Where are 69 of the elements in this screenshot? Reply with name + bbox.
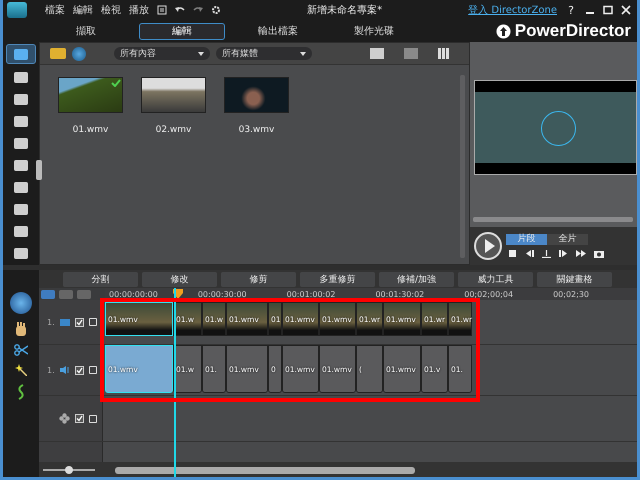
hand-icon[interactable] [15,322,27,336]
globe-icon[interactable] [72,46,86,60]
preview-mode-tab[interactable]: 全片 [547,234,588,245]
caret-icon[interactable] [300,52,306,56]
settings-icon[interactable] [211,5,221,15]
track-checkbox[interactable] [74,366,84,374]
edit-tool-button[interactable]: 修剪 [221,272,296,286]
play-button[interactable] [474,232,502,260]
fan-icon [59,413,70,424]
track-checkbox[interactable] [75,414,84,423]
filter-dropdown[interactable]: 所有內容 [114,47,210,60]
caret-icon[interactable] [198,52,204,56]
mode-tab[interactable]: 擷取 [43,22,129,40]
time-label: 00:01:30:02 [375,290,424,298]
crosshair-icon[interactable] [541,111,576,146]
logo-text: PowerDirector [514,21,631,41]
wand-icon[interactable] [15,364,27,376]
menu-item[interactable]: 檢視 [101,3,121,17]
filter-dropdown[interactable]: 所有媒體 [216,47,312,60]
help-button[interactable]: ? [565,4,577,16]
scrollbar[interactable] [115,466,415,474]
time-label: 00;02;00;04 [464,290,514,298]
edit-tool-button[interactable]: 威力工具 [458,272,533,286]
track-number: 1. [47,318,55,326]
lock-icon[interactable] [88,366,97,374]
file-name: 03.wmv [238,125,274,135]
login-link[interactable]: 登入 DirectorZone [468,3,557,17]
photo-placeholder[interactable] [141,77,206,113]
file-name: 01.wmv [72,125,108,135]
menu-item[interactable]: 播放 [129,3,149,17]
time-label: 00:00:30:00 [198,290,247,298]
file-name: 02.wmv [156,125,192,135]
time-label: 00:01:00:02 [286,290,336,298]
lock-icon[interactable] [89,414,97,422]
menu-item[interactable]: 編輯 [73,3,93,17]
edit-tool-button[interactable]: 修改 [142,272,217,286]
track-checkbox[interactable] [74,318,84,326]
edit-tool-button[interactable]: 修補/加強 [379,272,454,286]
next-frame-icon[interactable] [559,249,568,258]
mode-tab[interactable]: 輸出檔案 [235,22,321,40]
squiggle-icon[interactable] [16,384,26,400]
close-icon[interactable] [621,5,631,15]
split-icon[interactable] [542,249,551,258]
maximize-icon[interactable] [603,5,613,15]
scissors-icon[interactable] [14,344,28,356]
menu-item[interactable]: 檔案 [45,3,65,17]
edit-tool-button[interactable]: 分割 [63,272,138,286]
collapse-handle[interactable] [36,160,42,180]
mode-tab[interactable]: 製作光碟 [331,22,417,40]
time-label: 00;02;30 [553,290,589,298]
photo-placeholder[interactable] [58,77,123,113]
fast-forward-icon[interactable] [576,249,586,258]
add-track-icon[interactable] [77,290,91,298]
speaker-icon [60,366,70,374]
app-icon[interactable] [7,2,27,18]
mode-tab[interactable]: 編輯 [139,22,225,40]
time-label: 00:00:00:00 [109,290,158,298]
previous-frame-icon[interactable] [525,249,534,258]
lock-icon[interactable] [88,318,97,326]
window-title: 新增未命名專案* [306,4,384,17]
edit-tool-button[interactable]: 多重修剪 [300,272,375,286]
track-number: 1. [47,366,55,374]
video-track-icon [60,318,70,326]
edit-tool-button[interactable]: 關鍵畫格 [537,272,612,286]
camera-icon[interactable] [594,249,604,258]
stop-icon[interactable] [508,249,517,258]
timeline-view-icon[interactable] [41,290,55,298]
save-icon[interactable] [157,5,167,15]
grid-icon[interactable] [438,48,449,59]
